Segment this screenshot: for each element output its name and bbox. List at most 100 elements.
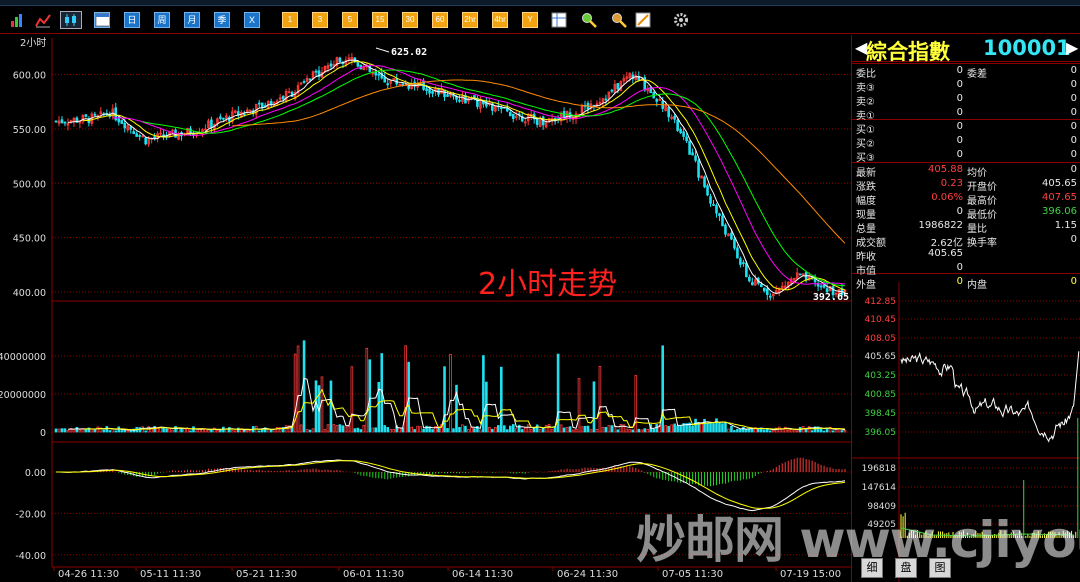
zoom-out-icon[interactable] (610, 11, 628, 29)
volume-bar (497, 425, 500, 433)
volume-bar (126, 430, 130, 433)
x-date-label: 05-11 11:30 (140, 569, 201, 580)
tick-chart-icon[interactable] (94, 12, 110, 28)
period-button-11[interactable]: 5 (342, 12, 358, 28)
period-button-15[interactable]: 2hr (462, 12, 478, 28)
candle-body (673, 115, 676, 120)
x-date-label: 05-21 11:30 (236, 569, 297, 580)
volume-bar (559, 424, 563, 433)
volume-bar (718, 422, 721, 433)
volume-bar (452, 428, 455, 433)
volume-bar (392, 429, 396, 433)
volume-bar (120, 430, 124, 433)
volume-bar (257, 430, 261, 433)
volume-bar (709, 422, 712, 433)
x-date-label: 06-14 11:30 (452, 569, 513, 580)
candle-body (685, 136, 688, 142)
period-button-6[interactable]: 月 (184, 12, 200, 28)
zoom-in-icon[interactable] (580, 11, 598, 29)
volume-bar (419, 426, 422, 433)
volume-bar (422, 428, 425, 433)
period-button-13[interactable]: 30 (402, 12, 418, 28)
candle-body (703, 176, 706, 188)
volume-bar (413, 429, 416, 433)
volume-bar (123, 429, 127, 433)
volume-bar (144, 430, 147, 433)
candle-body (431, 91, 434, 94)
bar-chart-icon[interactable] (8, 11, 26, 29)
volume-bar (712, 423, 715, 433)
volume-bar (730, 425, 733, 433)
draw-line-icon[interactable] (634, 11, 652, 29)
volume-bar (63, 428, 67, 433)
candle-body (682, 131, 685, 137)
volume-bar (114, 430, 118, 433)
macd-tick-label: 0.00 (25, 468, 46, 479)
volume-bar (362, 424, 366, 433)
period-button-7[interactable]: 季 (214, 12, 230, 28)
candle-body (269, 101, 273, 105)
candle-body (679, 129, 682, 134)
volume-bar (96, 426, 100, 433)
volume-bar (676, 425, 679, 433)
volume-bar (661, 345, 664, 433)
x-date-label: 06-24 11:30 (557, 569, 618, 580)
period-button-17[interactable]: Y (522, 12, 538, 28)
quote-row: 涨跌 0.23 开盘价 405.65 (852, 177, 1080, 193)
volume-bar (329, 380, 333, 433)
candle-body (129, 126, 133, 130)
volume-bar (727, 428, 730, 433)
volume-bar (786, 429, 790, 433)
volume-bar (523, 427, 527, 433)
candle-body (257, 102, 261, 105)
x-date-label: 04-26 11:30 (58, 569, 119, 580)
chevron-right-icon[interactable]: ▶ (1066, 38, 1078, 57)
period-button-14[interactable]: 60 (432, 12, 448, 28)
high-price-label: 625.02 (391, 47, 427, 58)
candle-body (505, 108, 509, 112)
candle-body (63, 121, 67, 124)
period-button-8[interactable]: X (244, 12, 260, 28)
volume-bar (795, 430, 799, 433)
period-button-9[interactable]: 1 (282, 12, 298, 28)
period-button-4[interactable]: 日 (124, 12, 140, 28)
volume-bar (446, 428, 449, 433)
candle-body (730, 232, 733, 240)
macd-histogram (58, 457, 846, 487)
volume-bar (479, 429, 482, 433)
volume-bar (371, 427, 375, 433)
mini-volume-tick: 196818 (862, 464, 897, 474)
volume-bar (368, 359, 372, 433)
volume-bar (383, 425, 387, 433)
grid-edit-icon[interactable] (550, 11, 568, 29)
volume-tick-label: 0 (40, 428, 46, 439)
quote-value-2: 396.06 (1042, 206, 1077, 217)
quote-value: 0 (956, 121, 963, 132)
volume-bar (335, 425, 339, 433)
candle-body (281, 96, 285, 100)
volume-bar (326, 424, 330, 433)
quote-value-2: 407.65 (1042, 192, 1077, 203)
candle-body (706, 185, 709, 196)
volume-bar (75, 426, 79, 433)
volume-bar (789, 429, 793, 433)
period-button-16[interactable]: 4hr (492, 12, 508, 28)
line-chart-icon[interactable] (34, 11, 52, 29)
candle-body (765, 288, 769, 295)
volume-bar (470, 426, 473, 433)
candle-body (736, 247, 739, 259)
period-button-5[interactable]: 周 (154, 12, 170, 28)
gear-icon[interactable] (672, 11, 690, 29)
candle-body (508, 112, 512, 117)
volume-bar (526, 424, 530, 433)
period-button-12[interactable]: 15 (372, 12, 388, 28)
volume-bar (54, 428, 58, 433)
volume-bar (416, 425, 419, 433)
period-button-10[interactable]: 3 (312, 12, 328, 28)
volume-bar (604, 426, 608, 433)
candlestick-icon[interactable] (60, 11, 82, 29)
candle-body (428, 88, 431, 94)
volume-bar (670, 424, 673, 433)
candle-body (138, 135, 141, 137)
stock-app: { "toolbar": { "buttons": [ {"icon":"bar… (0, 0, 1080, 582)
